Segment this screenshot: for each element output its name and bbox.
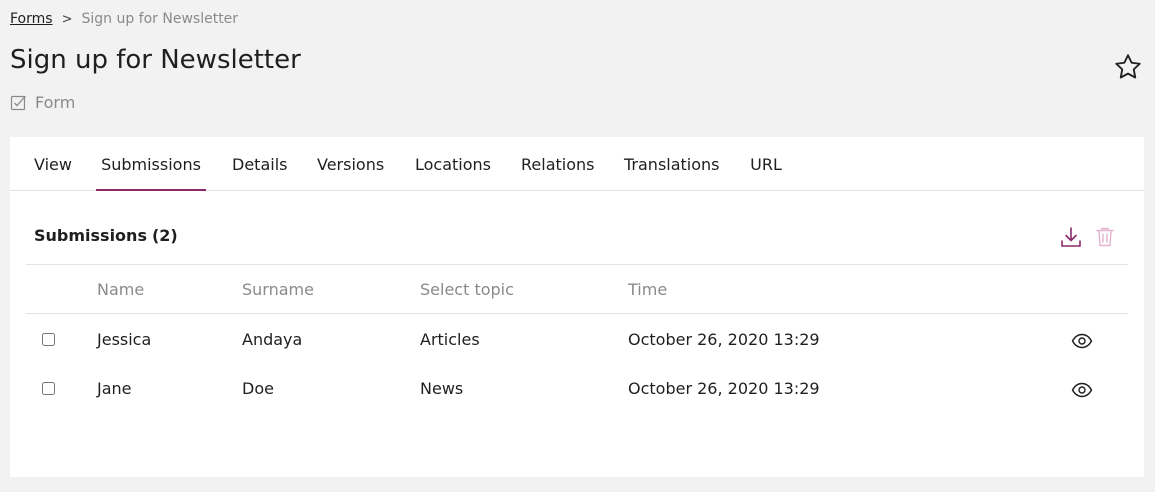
view-submission-button[interactable] <box>1070 331 1094 351</box>
table-row: Jessica Andaya Articles October 26, 2020… <box>26 315 1128 363</box>
content-type-label: Form <box>10 93 75 112</box>
tab-view[interactable]: View <box>34 137 72 191</box>
cell-surname: Andaya <box>242 330 303 349</box>
star-icon <box>1115 54 1141 79</box>
tab-versions[interactable]: Versions <box>317 137 384 191</box>
tab-submissions[interactable]: Submissions <box>96 137 206 191</box>
cell-topic: Articles <box>420 330 480 349</box>
content-type-text: Form <box>35 93 76 112</box>
cell-time: October 26, 2020 13:29 <box>628 330 820 349</box>
tab-relations[interactable]: Relations <box>521 137 594 191</box>
trash-icon <box>1096 227 1114 247</box>
cell-name: Jane <box>97 379 132 398</box>
row-checkbox[interactable] <box>42 382 55 395</box>
view-submission-button[interactable] <box>1070 380 1094 400</box>
cell-name: Jessica <box>97 330 152 349</box>
delete-button[interactable] <box>1093 225 1117 249</box>
column-header-time: Time <box>628 280 668 299</box>
tab-details[interactable]: Details <box>232 137 287 191</box>
table-row: Jane Doe News October 26, 2020 13:29 <box>26 364 1128 412</box>
breadcrumb-forms-link[interactable]: Forms <box>10 11 53 27</box>
row-checkbox[interactable] <box>42 333 55 346</box>
bookmark-button[interactable] <box>1111 50 1145 84</box>
tab-url[interactable]: URL <box>750 137 782 191</box>
tab-bar: View Submissions Details Versions Locati… <box>10 137 1144 191</box>
tab-locations[interactable]: Locations <box>415 137 491 191</box>
table-top-divider <box>26 264 1128 265</box>
cell-time: October 26, 2020 13:29 <box>628 379 820 398</box>
eye-icon <box>1071 333 1093 349</box>
tab-translations[interactable]: Translations <box>624 137 720 191</box>
submissions-count: (2) <box>151 226 178 245</box>
content-card: View Submissions Details Versions Locati… <box>10 137 1144 477</box>
column-header-topic: Select topic <box>420 280 514 299</box>
page: Forms > Sign up for Newsletter Sign up f… <box>0 0 1155 492</box>
table-header-divider <box>26 313 1128 314</box>
download-icon <box>1061 227 1081 247</box>
download-button[interactable] <box>1059 225 1083 249</box>
submissions-heading: Submissions (2) <box>34 226 178 245</box>
breadcrumb-separator: > <box>61 11 73 27</box>
breadcrumb: Forms > Sign up for Newsletter <box>10 11 238 27</box>
page-title: Sign up for Newsletter <box>10 45 301 75</box>
cell-surname: Doe <box>242 379 274 398</box>
submissions-title: Submissions <box>34 226 147 245</box>
cell-topic: News <box>420 379 464 398</box>
checkbox-form-icon <box>10 94 27 111</box>
breadcrumb-current: Sign up for Newsletter <box>81 11 239 27</box>
eye-icon <box>1071 382 1093 398</box>
column-header-name: Name <box>97 280 145 299</box>
column-header-surname: Surname <box>242 280 314 299</box>
